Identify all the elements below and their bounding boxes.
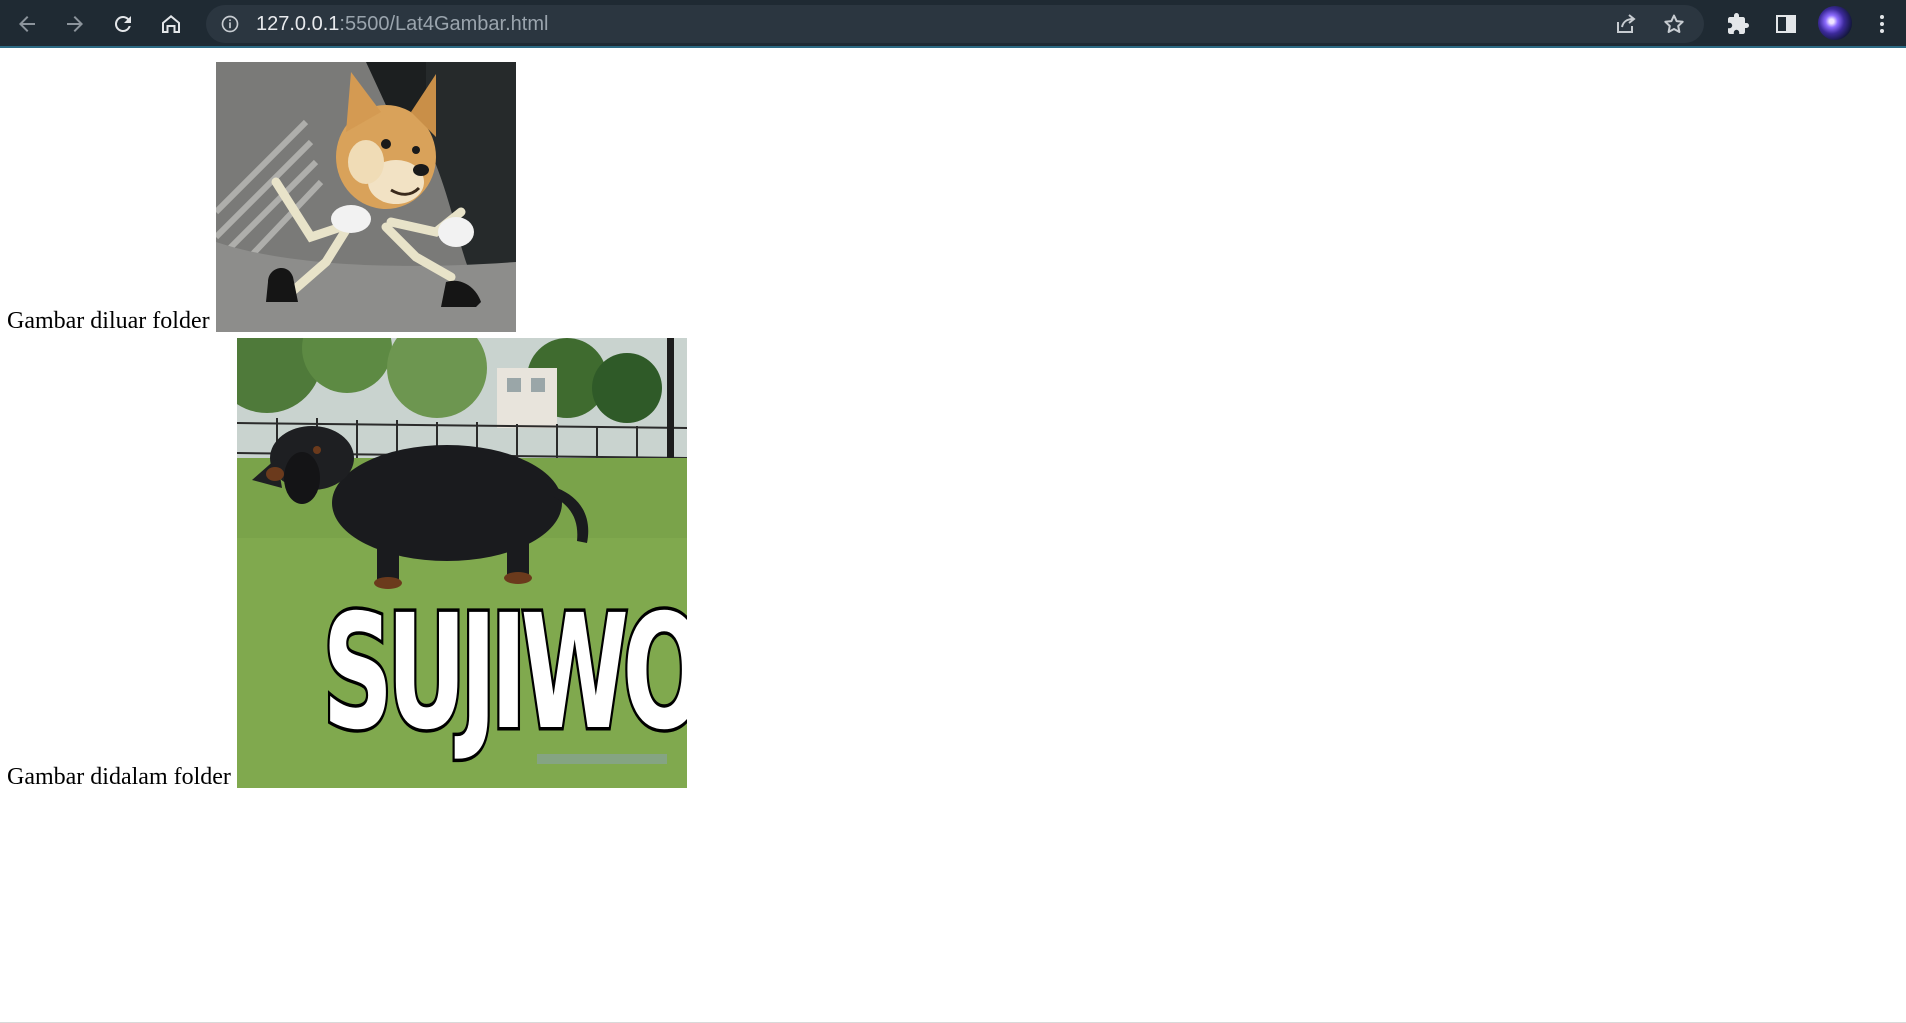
sujiwo-overlay-text: SUJIWO (320, 581, 687, 765)
image-caption-outside: Gambar diluar folder (7, 308, 210, 334)
reload-button[interactable] (105, 6, 141, 42)
home-icon (162, 15, 180, 33)
page-content: Gambar diluar folder Gambar didalam fold… (0, 50, 1906, 1023)
back-button[interactable] (9, 6, 45, 42)
url-path: :5500/Lat4Gambar.html (339, 13, 549, 35)
image-caption-inside: Gambar didalam folder (7, 764, 231, 790)
info-icon[interactable] (220, 14, 240, 34)
reload-icon (114, 15, 131, 32)
url-text[interactable]: 127.0.0.1:5500/Lat4Gambar.html (256, 5, 548, 43)
address-bar[interactable]: 127.0.0.1:5500/Lat4Gambar.html (206, 5, 1704, 43)
star-icon[interactable] (1662, 12, 1686, 36)
avatar[interactable] (1818, 6, 1852, 40)
side-panel-button[interactable] (1768, 6, 1804, 42)
home-button[interactable] (153, 6, 189, 42)
url-host: 127.0.0.1 (256, 13, 340, 35)
forward-button[interactable] (57, 6, 93, 42)
side-panel-icon (1776, 15, 1796, 33)
dachshund-image: SUJIWO (237, 338, 687, 788)
extensions-button[interactable] (1720, 6, 1756, 42)
doge-image (216, 62, 516, 332)
kebab-menu-icon (1880, 15, 1884, 33)
browser-toolbar: 127.0.0.1:5500/Lat4Gambar.html (0, 0, 1906, 48)
puzzle-icon (1728, 13, 1749, 34)
arrow-left-icon (19, 16, 35, 32)
menu-button[interactable] (1864, 6, 1900, 42)
doge-illustration (216, 62, 516, 332)
share-icon[interactable] (1614, 12, 1638, 36)
arrow-right-icon (67, 16, 83, 32)
